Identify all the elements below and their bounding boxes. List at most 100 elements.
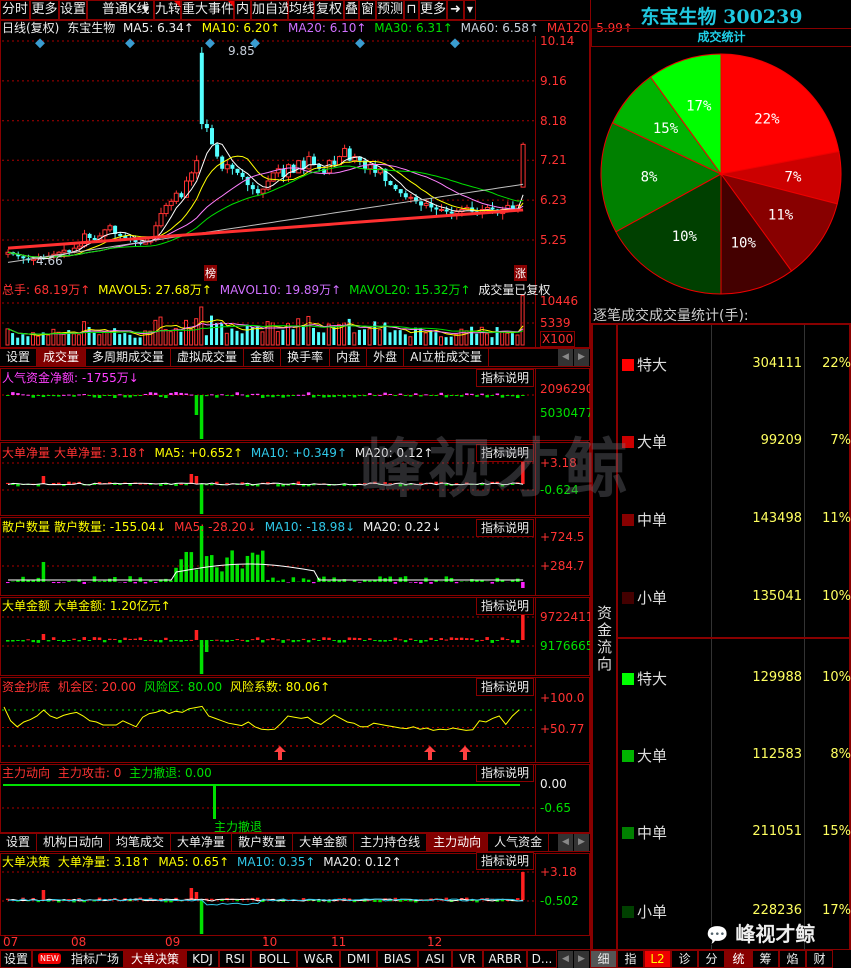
tab-l2[interactable]: L2 (644, 950, 671, 968)
tab-index[interactable]: 指 (617, 950, 644, 968)
indicator-help-button[interactable]: 指标说明 (476, 852, 534, 870)
popularity-bar (159, 395, 163, 397)
popularity-bar (189, 394, 194, 396)
volume-bar (475, 333, 479, 345)
tab-wr[interactable]: W&R (297, 950, 340, 968)
axis-label: 5339 (540, 316, 571, 330)
tab-retail-count[interactable]: 散户数量 (232, 834, 294, 851)
volume-bar (377, 329, 382, 346)
tab-indicator-square[interactable]: NEW 指标广场 (32, 950, 124, 968)
indicator-help-button[interactable]: 指标说明 (476, 678, 534, 696)
volume-bar (255, 326, 259, 345)
tab-main-force[interactable]: 主力动向 (427, 834, 489, 851)
tab-diagnose[interactable]: 诊 (671, 950, 698, 968)
tab-vr[interactable]: VR (452, 950, 483, 968)
big-order-amount-bar (102, 640, 107, 643)
high-price-label: 9.85 (228, 44, 255, 58)
popularity-bar (250, 393, 255, 395)
indicator-help-button[interactable]: 指标说明 (476, 764, 534, 782)
tab-institution[interactable]: 机构日动向 (37, 834, 111, 851)
big-order-amount-bar (21, 640, 25, 642)
popularity-bar (301, 394, 306, 396)
indicator-help-button[interactable]: 指标说明 (476, 597, 534, 615)
big-order-amount-bar (143, 640, 148, 641)
tab-avg-trade[interactable]: 均笔成交 (110, 834, 172, 851)
volume-bar (306, 315, 311, 346)
retail-bar (419, 582, 423, 584)
big-order-amount-bar (97, 637, 102, 640)
row-label: 特大 (637, 356, 668, 374)
tab-arbr[interactable]: ARBR (483, 950, 527, 968)
volume-bar (204, 335, 208, 345)
tab-rsi[interactable]: RSI (219, 950, 251, 968)
popularity-bar (470, 393, 474, 395)
tab-flame[interactable]: 焰 (779, 950, 806, 968)
tab-big-order-decision[interactable]: 大单决策 (124, 950, 186, 968)
tab-ai-volume[interactable]: AI立桩成交量 (404, 349, 489, 366)
scroll-left-button[interactable]: ◀ (558, 951, 573, 968)
big-order-amount-bar (266, 639, 270, 641)
tab-inner[interactable]: 内盘 (330, 349, 368, 366)
color-swatch-icon (622, 750, 634, 762)
indicator-value: 大单金额: 1.20亿元↑ (54, 599, 171, 613)
tab-settings[interactable]: 设置 (0, 950, 32, 968)
tab-kdj[interactable]: KDJ (186, 950, 219, 968)
big-order-amount-bar (419, 640, 423, 643)
big-order-net-bar (245, 484, 250, 487)
axis-label: 0.00 (540, 777, 567, 791)
tab-settings[interactable]: 设置 (0, 834, 38, 851)
retail-bar (57, 582, 61, 584)
big-order-amount-bar (301, 638, 306, 640)
popularity-bar (204, 395, 209, 397)
list-tag[interactable]: 榜 (204, 265, 217, 281)
tab-boll[interactable]: BOLL (251, 950, 297, 968)
tab-outer[interactable]: 外盘 (367, 349, 405, 366)
popularity-bar (266, 395, 270, 397)
scroll-right-button[interactable]: ▶ (574, 349, 589, 366)
row-percent: 11% (822, 511, 851, 526)
tab-big-order-amount[interactable]: 大单金额 (293, 834, 355, 851)
tab-stats[interactable]: 统 (725, 950, 752, 968)
tab-big-order-net[interactable]: 大单净量 (171, 834, 233, 851)
tab-asi[interactable]: ASI (418, 950, 452, 968)
scroll-left-button[interactable]: ◀ (558, 349, 573, 366)
tab-detail[interactable]: 细 (590, 950, 617, 968)
tab-chips[interactable]: 筹 (752, 950, 779, 968)
retail-bar (153, 582, 158, 584)
tab-multi-period-volume[interactable]: 多周期成交量 (86, 349, 172, 366)
tab-virtual-volume[interactable]: 虚拟成交量 (171, 349, 245, 366)
tab-more[interactable]: D... (527, 950, 557, 968)
tab-main-position[interactable]: 主力持仓线 (354, 834, 428, 851)
tab-bias[interactable]: BIAS (377, 950, 418, 968)
tab-dmi[interactable]: DMI (340, 950, 377, 968)
indicator-help-button[interactable]: 指标说明 (476, 369, 534, 387)
popularity-bar (102, 395, 107, 396)
tab-amount[interactable]: 金额 (244, 349, 282, 366)
tab-minute[interactable]: 分 (698, 950, 725, 968)
tab-label: 指标广场 (70, 952, 119, 966)
retail-bar (373, 580, 377, 582)
limit-up-tag[interactable]: 涨 (514, 265, 527, 281)
retail-bar (352, 580, 357, 582)
big-order-amount-bar (424, 640, 428, 642)
scroll-right-button[interactable]: ▶ (574, 834, 589, 851)
volume-bar (439, 336, 443, 346)
scroll-right-button[interactable]: ▶ (574, 951, 589, 968)
popularity-bar (312, 395, 316, 398)
candle-body (204, 124, 209, 129)
month-label: 11 (331, 935, 347, 949)
tab-volume[interactable]: 成交量 (37, 349, 87, 366)
indicator-help-button[interactable]: 指标说明 (476, 519, 534, 537)
popularity-bar (6, 395, 10, 396)
tab-finance[interactable]: 财 (806, 950, 833, 968)
tab-popularity-fund[interactable]: 人气资金 (488, 834, 550, 851)
popularity-bar (113, 395, 117, 398)
retail-bar (143, 582, 148, 584)
big-order-amount-bar (465, 638, 469, 640)
scroll-left-button[interactable]: ◀ (558, 834, 573, 851)
big-order-amount-bar (271, 638, 275, 640)
tab-turnover[interactable]: 换手率 (281, 349, 331, 366)
tab-settings[interactable]: 设置 (0, 349, 38, 366)
big-order-amount-bar (240, 639, 245, 641)
candle-body (173, 192, 179, 202)
